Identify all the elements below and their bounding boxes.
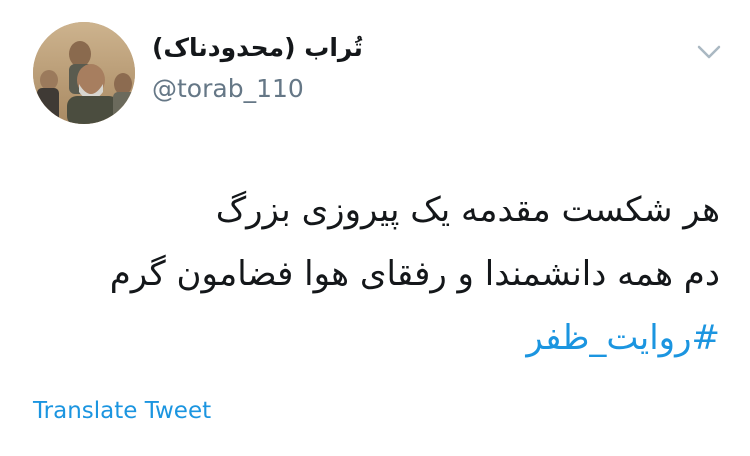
- display-name[interactable]: تُراب (محدودناک): [152, 33, 363, 62]
- tweet-line-2: دم همه دانشمندا و رفقای هوا فضامون گرم: [109, 254, 720, 294]
- avatar-image: [33, 22, 135, 124]
- tweet-text: هر شکست مقدمه یک پیروزی بزرگ دم همه دانش…: [40, 178, 720, 370]
- translate-tweet-link[interactable]: Translate Tweet: [33, 398, 211, 424]
- user-handle[interactable]: @torab_110: [152, 74, 304, 103]
- chevron-down-icon[interactable]: [696, 42, 722, 62]
- tweet-line-1: هر شکست مقدمه یک پیروزی بزرگ: [215, 190, 720, 230]
- avatar[interactable]: [33, 22, 135, 124]
- tweet-card: تُراب (محدودناک) @torab_110 هر شکست مقدم…: [0, 0, 750, 456]
- hashtag-link[interactable]: #روایت_ظفر: [40, 306, 720, 370]
